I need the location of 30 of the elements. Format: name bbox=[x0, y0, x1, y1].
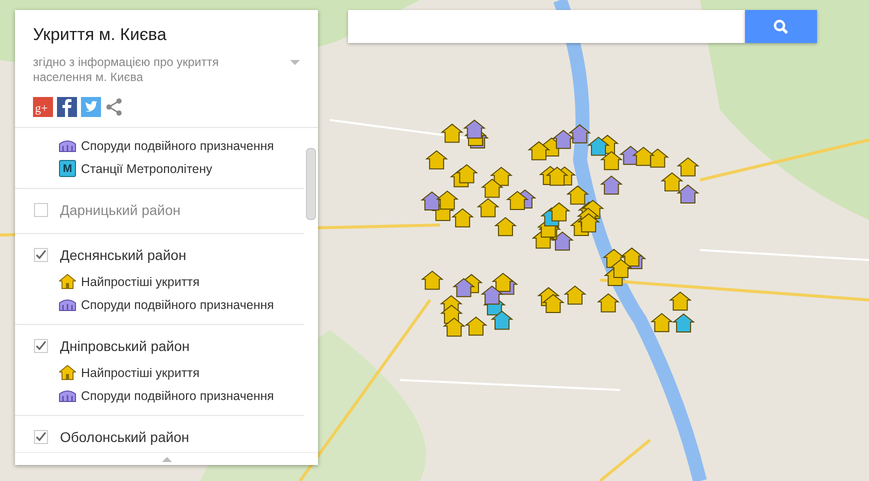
layer-item-label: Найпростіші укриття bbox=[81, 366, 200, 380]
layer-name[interactable]: Оболонський район bbox=[60, 429, 190, 445]
google-plus-icon[interactable]: g+ bbox=[33, 97, 53, 117]
house-icon bbox=[59, 365, 76, 380]
layer-name[interactable]: Дарницький район bbox=[60, 202, 180, 218]
search-field[interactable] bbox=[348, 10, 745, 43]
facebook-icon[interactable] bbox=[57, 97, 77, 117]
dropdown-caret-icon[interactable] bbox=[290, 60, 300, 66]
house-icon bbox=[59, 274, 76, 289]
metro-icon: M bbox=[59, 160, 76, 177]
search-icon bbox=[773, 18, 789, 34]
building-icon bbox=[59, 298, 76, 311]
layer-checkbox[interactable] bbox=[34, 339, 48, 353]
layer-name[interactable]: Дніпровський район bbox=[60, 338, 190, 354]
layer-checkbox[interactable] bbox=[34, 430, 48, 444]
layer-name[interactable]: Деснянський район bbox=[60, 247, 186, 263]
layer-item-label: Споруди подвійного призначення bbox=[81, 138, 274, 152]
map-description: згідно з інформацією про укриття населення м. Києва bbox=[33, 55, 220, 85]
layer-item-label: Споруди подвійного призначення bbox=[81, 298, 274, 312]
layer-checkbox[interactable] bbox=[34, 203, 48, 217]
building-icon bbox=[59, 389, 76, 402]
layer-item-label: Найпростіші укриття bbox=[81, 274, 200, 288]
building-icon bbox=[59, 139, 76, 152]
share-icon[interactable] bbox=[105, 98, 123, 116]
layer-item-label: Споруди подвійного призначення bbox=[81, 388, 274, 402]
layer-item-label: Станції Метрополітену bbox=[81, 162, 212, 176]
collapse-caret-icon[interactable] bbox=[162, 456, 172, 462]
map-title: Укриття м. Києва bbox=[33, 25, 168, 45]
search-button[interactable] bbox=[745, 10, 817, 43]
layer-checkbox[interactable] bbox=[34, 248, 48, 262]
